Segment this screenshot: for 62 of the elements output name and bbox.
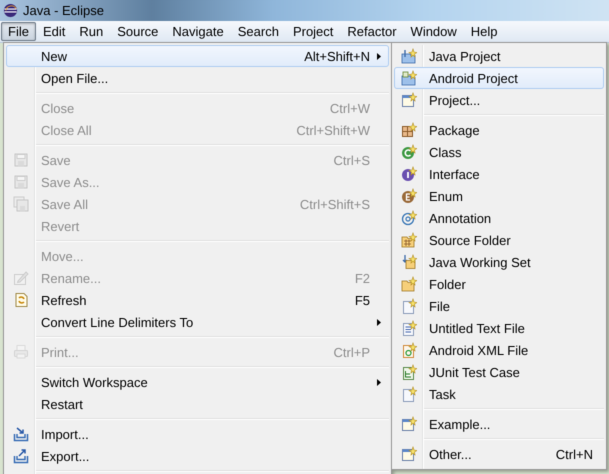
menu-item[interactable]: Android XML File bbox=[394, 339, 604, 361]
class-icon bbox=[401, 144, 417, 160]
menu-title[interactable]: Project bbox=[286, 22, 340, 41]
printer-icon bbox=[13, 344, 29, 360]
menu-item[interactable]: Switch Workspace bbox=[6, 371, 389, 393]
menu-title[interactable]: Navigate bbox=[165, 22, 231, 41]
menu-item[interactable]: Example... bbox=[394, 413, 604, 435]
interface-icon bbox=[401, 166, 417, 182]
project-folder-icon bbox=[401, 70, 417, 86]
package-icon bbox=[401, 122, 417, 138]
project-folder-icon bbox=[401, 48, 417, 64]
file-icon bbox=[401, 386, 417, 402]
menu-title[interactable]: Source bbox=[110, 22, 166, 41]
menu-title[interactable]: File bbox=[1, 22, 36, 41]
menu-item[interactable]: Enum bbox=[394, 185, 604, 207]
menu-item[interactable]: JUnit Test Case bbox=[394, 361, 604, 383]
menu-title[interactable]: Search bbox=[230, 22, 286, 41]
menu-item[interactable]: Import... bbox=[6, 423, 389, 445]
menu-item[interactable]: Java Working Set bbox=[394, 251, 604, 273]
app-icon bbox=[3, 3, 18, 18]
menu-item[interactable]: Annotation bbox=[394, 207, 604, 229]
menu-item[interactable]: Java Project bbox=[394, 45, 604, 67]
menu-item[interactable]: Open File... bbox=[6, 67, 389, 89]
working-set-icon bbox=[401, 254, 417, 270]
xml-file-icon bbox=[401, 342, 417, 358]
edit-icon bbox=[13, 270, 29, 286]
refresh-icon bbox=[13, 292, 29, 308]
menu-item[interactable]: Source Folder bbox=[394, 229, 604, 251]
menu-item[interactable]: New Alt+Shift+N bbox=[6, 45, 389, 67]
import-icon bbox=[13, 426, 29, 442]
window-icon bbox=[401, 416, 417, 432]
menu-item[interactable]: Project... bbox=[394, 89, 604, 111]
file-icon bbox=[401, 298, 417, 314]
source-folder-icon bbox=[401, 232, 417, 248]
menu-item[interactable]: File bbox=[394, 295, 604, 317]
menu-item[interactable]: Export... bbox=[6, 445, 389, 467]
menu-item[interactable]: Restart bbox=[6, 393, 389, 415]
menu-item[interactable]: Refresh F5 bbox=[6, 289, 389, 311]
text-file-icon bbox=[401, 320, 417, 336]
folder-icon bbox=[401, 276, 417, 292]
menu-item[interactable]: Convert Line Delimiters To bbox=[6, 311, 389, 333]
menu-title[interactable]: Run bbox=[72, 22, 110, 41]
annotation-icon bbox=[401, 210, 417, 226]
menu-title[interactable]: Window bbox=[404, 22, 464, 41]
menu-item[interactable]: Folder bbox=[394, 273, 604, 295]
menu-item[interactable]: Class bbox=[394, 141, 604, 163]
menu-title[interactable]: Refactor bbox=[340, 22, 404, 41]
menu-item[interactable]: Untitled Text File bbox=[394, 317, 604, 339]
export-icon bbox=[13, 448, 29, 464]
menu-item[interactable]: Other... Ctrl+N bbox=[394, 443, 604, 465]
test-file-icon bbox=[401, 364, 417, 380]
menu-title[interactable]: Help bbox=[464, 22, 505, 41]
menu-item[interactable]: Interface bbox=[394, 163, 604, 185]
enum-icon bbox=[401, 188, 417, 204]
menu-item[interactable]: Task bbox=[394, 383, 604, 405]
window-icon bbox=[401, 92, 417, 108]
disks-icon bbox=[13, 196, 29, 212]
window-title: Java - Eclipse bbox=[23, 3, 104, 18]
menu-item[interactable]: Package bbox=[394, 119, 604, 141]
window-icon bbox=[401, 446, 417, 462]
menu-title[interactable]: Edit bbox=[36, 22, 72, 41]
menu-item[interactable]: Android Project bbox=[394, 67, 604, 89]
